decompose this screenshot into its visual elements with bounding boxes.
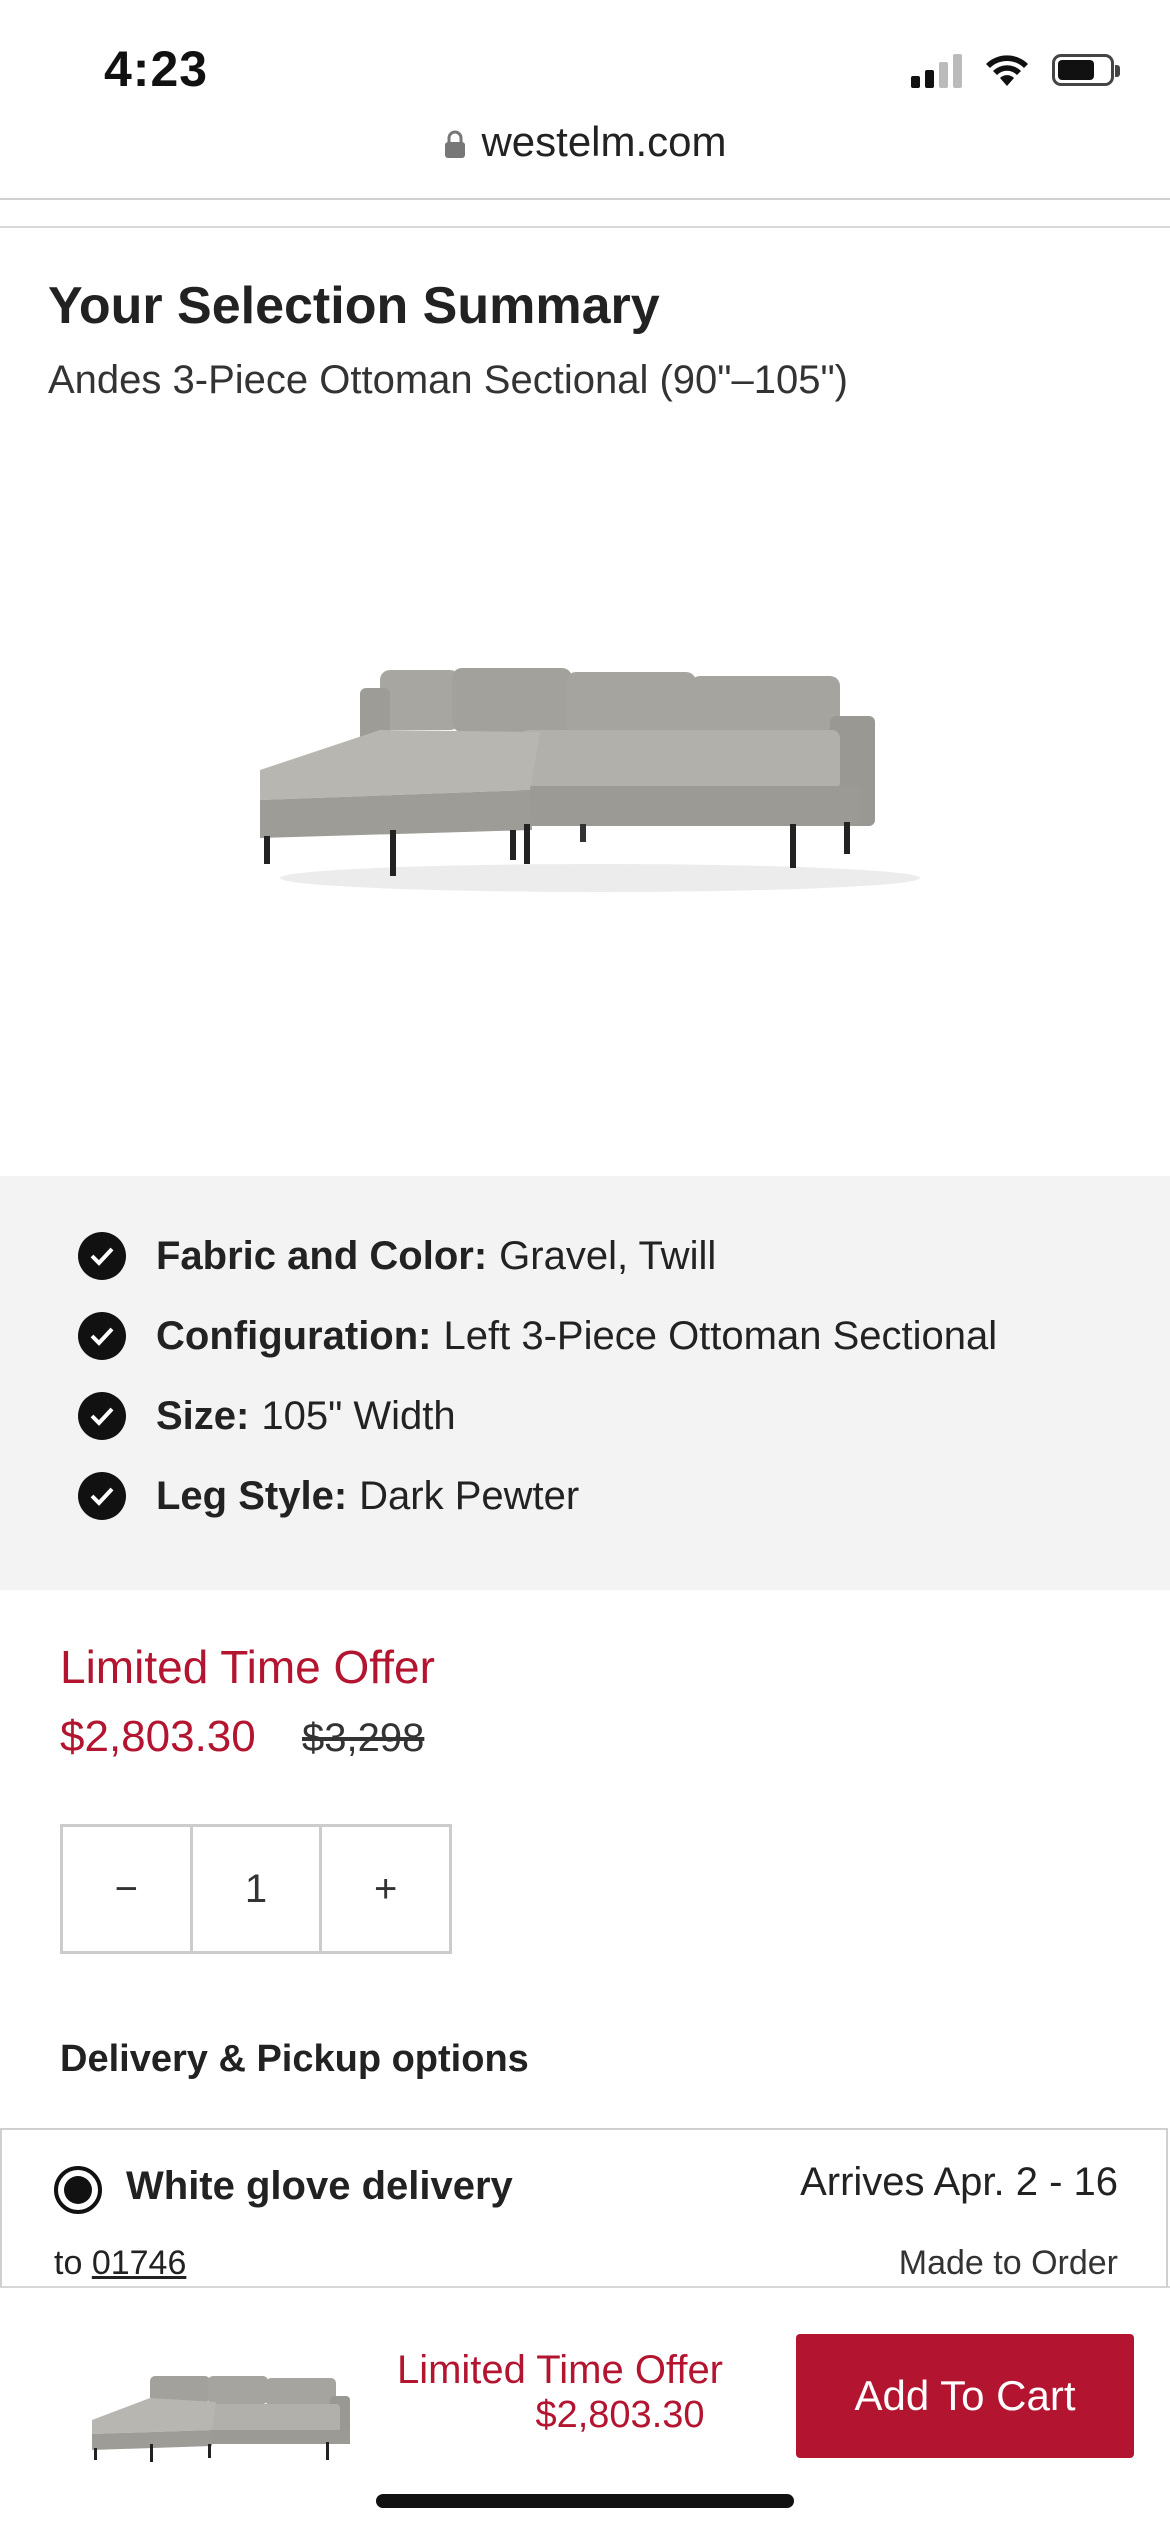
selection-list: Fabric and Color: Gravel, Twill Configur… — [0, 1176, 1170, 1590]
url-text: westelm.com — [481, 118, 727, 165]
status-time: 4:23 — [104, 41, 209, 97]
lock-icon — [443, 121, 467, 169]
product-name: Andes 3-Piece Ottoman Sectional (90"–105… — [48, 358, 848, 402]
add-to-cart-button[interactable]: Add To Cart — [796, 2334, 1134, 2458]
status-icons — [911, 52, 1120, 88]
delivery-heading: Delivery & Pickup options — [60, 2038, 529, 2080]
summary-title: Your Selection Summary — [48, 277, 660, 335]
increment-button[interactable]: + — [319, 1827, 449, 1951]
sale-price: $2,803.30 — [60, 1712, 256, 1761]
selection-leg-style: Leg Style: Dark Pewter — [78, 1472, 579, 1520]
address-bar[interactable]: westelm.com — [0, 118, 1170, 169]
status-bar: 4:23 — [0, 0, 1170, 130]
zip-code-link[interactable]: 01746 — [92, 2244, 187, 2282]
selection-configuration: Configuration: Left 3-Piece Ottoman Sect… — [78, 1312, 997, 1360]
divider — [0, 226, 1170, 228]
home-indicator — [376, 2494, 794, 2508]
product-image — [260, 668, 920, 892]
selection-fabric: Fabric and Color: Gravel, Twill — [78, 1232, 716, 1280]
original-price: $3,298 — [302, 1716, 425, 1760]
checkmark-icon — [78, 1472, 126, 1520]
offer-label: Limited Time Offer — [60, 1641, 435, 1693]
checkmark-icon — [78, 1312, 126, 1360]
checkmark-icon — [78, 1232, 126, 1280]
delivery-zip-line: to 01746 — [54, 2244, 187, 2282]
footer-offer-label: Limited Time Offer — [396, 2348, 724, 2392]
quantity-value[interactable]: 1 — [189, 1827, 320, 1951]
delivery-option-white-glove[interactable]: White glove delivery Arrives Apr. 2 - 16… — [0, 2128, 1168, 2288]
quantity-stepper: − 1 + — [60, 1824, 452, 1954]
delivery-arrival: Arrives Apr. 2 - 16 — [800, 2160, 1118, 2204]
divider — [0, 198, 1170, 200]
decrement-button[interactable]: − — [63, 1827, 190, 1951]
delivery-option-name: White glove delivery — [126, 2164, 513, 2208]
wifi-icon — [986, 55, 1028, 86]
radio-selected-icon[interactable] — [54, 2166, 102, 2214]
cellular-signal-icon — [911, 52, 962, 88]
battery-icon — [1052, 54, 1120, 86]
checkmark-icon — [78, 1392, 126, 1440]
footer-price: $2,803.30 — [535, 2394, 705, 2436]
made-to-order-note: Made to Order — [898, 2244, 1118, 2282]
product-thumbnail — [92, 2376, 350, 2462]
selection-size: Size: 105" Width — [78, 1392, 456, 1440]
